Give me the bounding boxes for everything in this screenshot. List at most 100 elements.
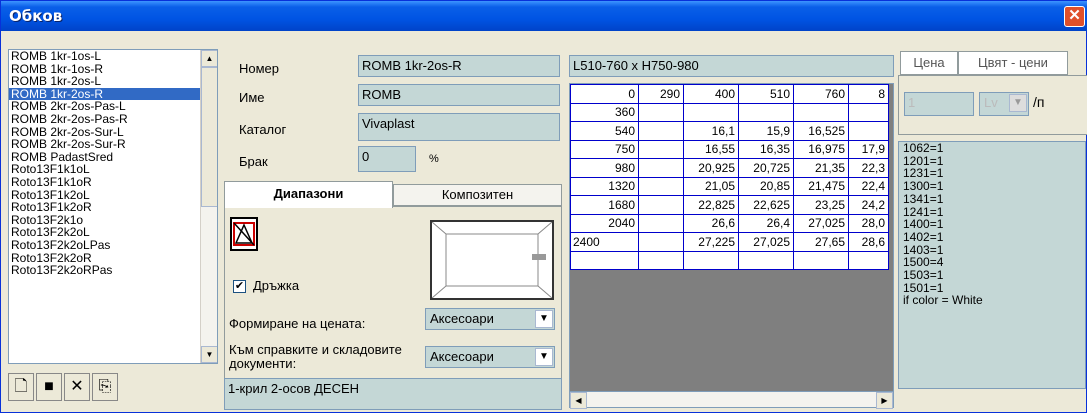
grid-cell[interactable]: 16,525	[793, 121, 849, 141]
grid-cell[interactable]	[793, 102, 849, 122]
grid-cell[interactable]: 24,2	[848, 195, 889, 215]
defect-field[interactable]: 0	[358, 146, 416, 172]
grid-cell[interactable]: 26,4	[738, 213, 794, 233]
to-reports-select[interactable]: Аксесоари ▼	[425, 346, 555, 368]
rules-text[interactable]: 1062=1 1201=1 1231=1 1300=1 1341=1 1241=1 1400…	[898, 141, 1086, 389]
grid-cell[interactable]: 16,55	[683, 139, 739, 159]
grid-row-header[interactable]: 1320	[570, 176, 639, 196]
grid-row-header[interactable]: 360	[570, 102, 639, 122]
close-button[interactable]: ✕	[1064, 6, 1085, 27]
list-item[interactable]: ROMB 1kr-1os-R	[9, 63, 201, 76]
list-item[interactable]: Roto13F1k2oL	[9, 189, 201, 202]
grid-cell[interactable]: 27,025	[793, 213, 849, 233]
grid-cell[interactable]	[638, 195, 684, 215]
list-item[interactable]: Roto13F1k1oR	[9, 176, 201, 189]
grid-cell[interactable]: 27,025	[738, 232, 794, 252]
grid-cell[interactable]: 27,225	[683, 232, 739, 252]
tab-composite[interactable]: Композитен	[393, 184, 562, 206]
grid-cell[interactable]: 26,6	[683, 213, 739, 233]
grid-hscrollbar[interactable]: ◀ ▶	[569, 391, 894, 409]
grid-cell[interactable]	[738, 102, 794, 122]
currency-select[interactable]: Lv ▼	[979, 92, 1029, 116]
grid-cell[interactable]	[848, 102, 889, 122]
number-field[interactable]: ROMB 1kr-2os-R	[358, 55, 560, 77]
grid-cell[interactable]: 22,625	[738, 195, 794, 215]
list-item[interactable]: Roto13F2k2oLPas	[9, 239, 201, 252]
new-button[interactable]: 🗋	[8, 373, 34, 401]
list-item[interactable]: ROMB 1kr-1os-L	[9, 50, 201, 63]
grid-cell[interactable]: 21,475	[793, 176, 849, 196]
scroll-thumb[interactable]	[201, 67, 217, 207]
list-item[interactable]: ROMB 1kr-2os-L	[9, 75, 201, 88]
grid-cell[interactable]	[683, 102, 739, 122]
name-field[interactable]: ROMB	[358, 84, 560, 106]
grid-cell[interactable]: 20,925	[683, 158, 739, 178]
tab-price[interactable]: Цена	[900, 51, 958, 75]
list-item[interactable]: ROMB 2kr-2os-Pas-R	[9, 113, 201, 126]
grid-cell[interactable]: 27,65	[793, 232, 849, 252]
grid-cell[interactable]: 23,25	[793, 195, 849, 215]
grid-cell[interactable]: 21,35	[793, 158, 849, 178]
scroll-up-icon[interactable]: ▲	[201, 50, 217, 67]
price-formation-select[interactable]: Аксесоари ▼	[425, 308, 555, 330]
grid-row-header[interactable]: 750	[570, 139, 639, 159]
grid-row-header[interactable]: 1680	[570, 195, 639, 215]
list-item[interactable]: ROMB 1kr-2os-R	[9, 87, 201, 101]
grid-row-header[interactable]: 540	[570, 121, 639, 141]
grid-cell[interactable]	[638, 213, 684, 233]
grid-cell[interactable]	[683, 250, 739, 270]
list-scrollbar[interactable]: ▲ ▼	[200, 50, 217, 363]
grid-cell[interactable]	[848, 250, 889, 270]
grid-cell[interactable]	[570, 250, 639, 270]
list-item[interactable]: Roto13F2k2oR	[9, 252, 201, 265]
grid-cell[interactable]	[848, 121, 889, 141]
grid-cell[interactable]: 16,1	[683, 121, 739, 141]
chevron-down-icon[interactable]: ▼	[535, 348, 553, 366]
scroll-left-icon[interactable]: ◀	[570, 392, 587, 409]
list-item[interactable]: Roto13F2k2oRPas	[9, 264, 201, 277]
grid-cell[interactable]	[638, 139, 684, 159]
scroll-right-icon[interactable]: ▶	[876, 392, 893, 409]
delete-button[interactable]: ✕	[64, 373, 90, 401]
list-item[interactable]: ROMB PadastSred	[9, 151, 201, 164]
grid-cell[interactable]: 22,825	[683, 195, 739, 215]
grid-cell[interactable]: 15,9	[738, 121, 794, 141]
chevron-down-icon[interactable]: ▼	[535, 310, 553, 328]
export-button[interactable]: ⎘	[92, 373, 118, 401]
list-item[interactable]: ROMB 2kr-2os-Sur-R	[9, 138, 201, 151]
grid-cell[interactable]	[638, 232, 684, 252]
grid-cell[interactable]: 22,4	[848, 176, 889, 196]
description-field[interactable]: 1-крил 2-осов ДЕСЕН	[224, 378, 562, 410]
save-button[interactable]: ■	[36, 373, 62, 401]
catalog-field[interactable]: Vivaplast	[358, 113, 560, 141]
window-type-icon[interactable]	[230, 217, 258, 251]
grid-row-header[interactable]: 980	[570, 158, 639, 178]
grid-row-header[interactable]: 2400	[570, 232, 639, 252]
tab-ranges[interactable]: Диапазони	[224, 181, 393, 208]
grid-cell[interactable]: 22,3	[848, 158, 889, 178]
grid-cell[interactable]: 17,9	[848, 139, 889, 159]
price-grid[interactable]: 0 290 400 510 760 8 360 540 16,1 15,9 16,525 750 16,…	[569, 83, 894, 408]
scroll-down-icon[interactable]: ▼	[201, 346, 217, 363]
grid-cell[interactable]	[793, 250, 849, 270]
list-item[interactable]: Roto13F1k2oR	[9, 201, 201, 214]
grid-cell[interactable]	[638, 121, 684, 141]
grid-cell[interactable]: 20,85	[738, 176, 794, 196]
grid-cell[interactable]: 16,35	[738, 139, 794, 159]
grid-cell[interactable]	[638, 158, 684, 178]
chevron-down-icon[interactable]: ▼	[1009, 94, 1027, 112]
grid-cell[interactable]: 28,6	[848, 232, 889, 252]
grid-row-header[interactable]: 2040	[570, 213, 639, 233]
list-item[interactable]: ROMB 2kr-2os-Pas-L	[9, 100, 201, 113]
grid-cell[interactable]	[638, 176, 684, 196]
grid-cell[interactable]	[638, 250, 684, 270]
price-field[interactable]: 1	[904, 92, 974, 116]
grid-cell[interactable]: 16,975	[793, 139, 849, 159]
grid-cell[interactable]: 21,05	[683, 176, 739, 196]
list-item[interactable]: Roto13F2k1o	[9, 214, 201, 227]
title-bar[interactable]: Обков ✕	[1, 1, 1087, 31]
grid-cell[interactable]: 20,725	[738, 158, 794, 178]
list-item[interactable]: Roto13F1k1oL	[9, 163, 201, 176]
list-item[interactable]: Roto13F2k2oL	[9, 226, 201, 239]
grid-cell[interactable]: 28,0	[848, 213, 889, 233]
